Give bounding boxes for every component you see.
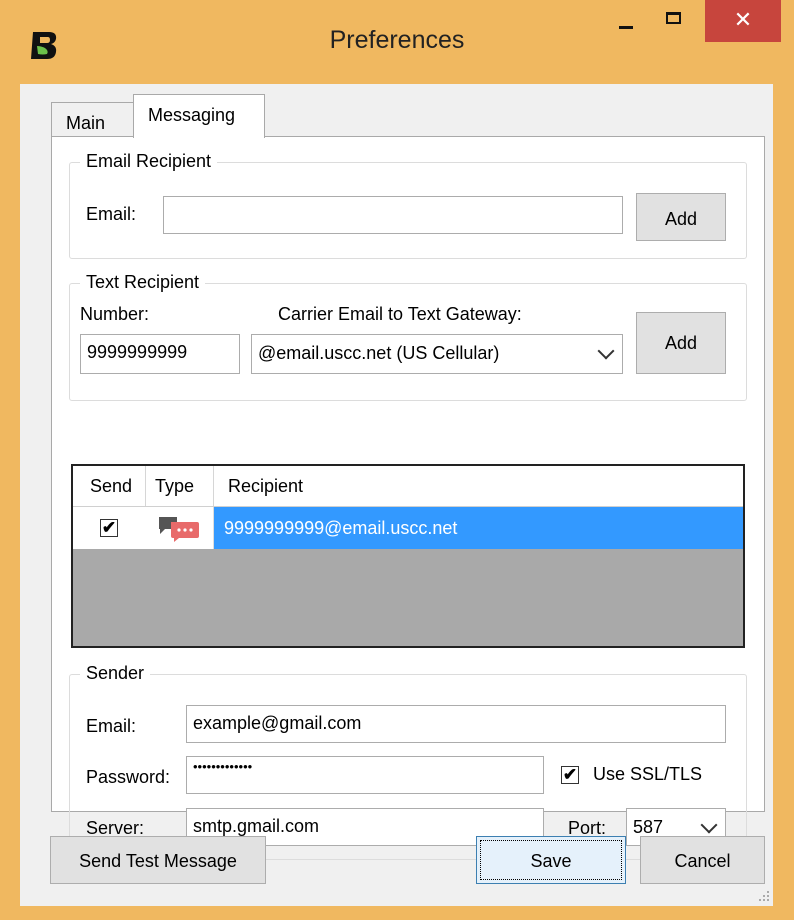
email-label: Email: [86,204,137,224]
number-label: Number: [80,304,150,324]
carrier-gateway-value: @email.uscc.net (US Cellular) [258,343,500,363]
column-header-send[interactable]: Send [90,476,132,497]
maximize-icon [666,12,681,24]
sender-email-label: Email: [86,716,137,736]
resize-grip-icon[interactable] [758,890,770,902]
password-input[interactable]: ••••••••••••• [186,756,544,794]
text-recipient-legend: Text Recipient [80,272,206,293]
tab-main[interactable]: Main [51,102,134,137]
column-separator [213,466,214,506]
window-client-area: Main Messaging Email Recipient Email: Ad… [20,84,773,906]
chevron-down-icon [700,816,718,834]
chevron-down-icon [597,342,615,360]
close-icon: ✕ [733,7,753,32]
add-text-button[interactable]: Add [636,312,726,374]
recipients-table[interactable]: Send Type Recipient ✔ 9999999999@email.u… [71,464,745,648]
password-label: Password: [86,767,171,787]
send-cell: ✔ [73,507,146,549]
table-header: Send Type Recipient [73,466,743,507]
column-header-recipient[interactable]: Recipient [228,476,303,497]
email-recipient-group: Email Recipient Email: Add [69,151,747,259]
column-header-type[interactable]: Type [155,476,194,497]
text-recipient-group: Text Recipient Number: 9999999999 Carrie… [69,272,747,401]
add-email-button[interactable]: Add [636,193,726,241]
sender-group: Sender Email: example@gmail.com Password… [69,663,747,860]
cancel-button[interactable]: Cancel [640,836,765,884]
save-button[interactable]: Save [476,836,626,884]
carrier-gateway-select[interactable]: @email.uscc.net (US Cellular) [251,334,623,374]
minimize-button[interactable] [602,0,648,40]
email-recipient-input[interactable] [163,196,623,234]
send-checkbox[interactable]: ✔ [100,519,118,537]
sender-email-input[interactable]: example@gmail.com [186,705,726,743]
use-ssl-checkbox[interactable]: ✔ [561,766,579,784]
port-value: 587 [633,817,664,837]
send-test-message-button[interactable]: Send Test Message [50,836,266,884]
phone-number-input[interactable]: 9999999999 [80,334,240,374]
maximize-button[interactable] [650,0,698,40]
use-ssl-label[interactable]: Use SSL/TLS [593,764,702,785]
tab-messaging[interactable]: Messaging [133,94,265,138]
title-bar: Preferences ✕ [0,0,794,84]
preferences-window: Preferences ✕ Main Messaging Email Recip… [0,0,794,920]
close-button[interactable]: ✕ [705,0,781,42]
gateway-label: Carrier Email to Text Gateway: [278,304,522,324]
minimize-icon [619,26,633,29]
email-recipient-legend: Email Recipient [80,151,218,172]
recipient-cell: 9999999999@email.uscc.net [224,518,458,538]
type-cell [145,507,214,549]
text-message-icon [159,517,199,542]
table-row[interactable]: ✔ 9999999999@email.uscc.net [73,507,743,549]
messaging-tab-panel: Email Recipient Email: Add Text Recipien… [51,136,765,860]
sender-legend: Sender [80,663,151,684]
column-separator [145,466,146,506]
